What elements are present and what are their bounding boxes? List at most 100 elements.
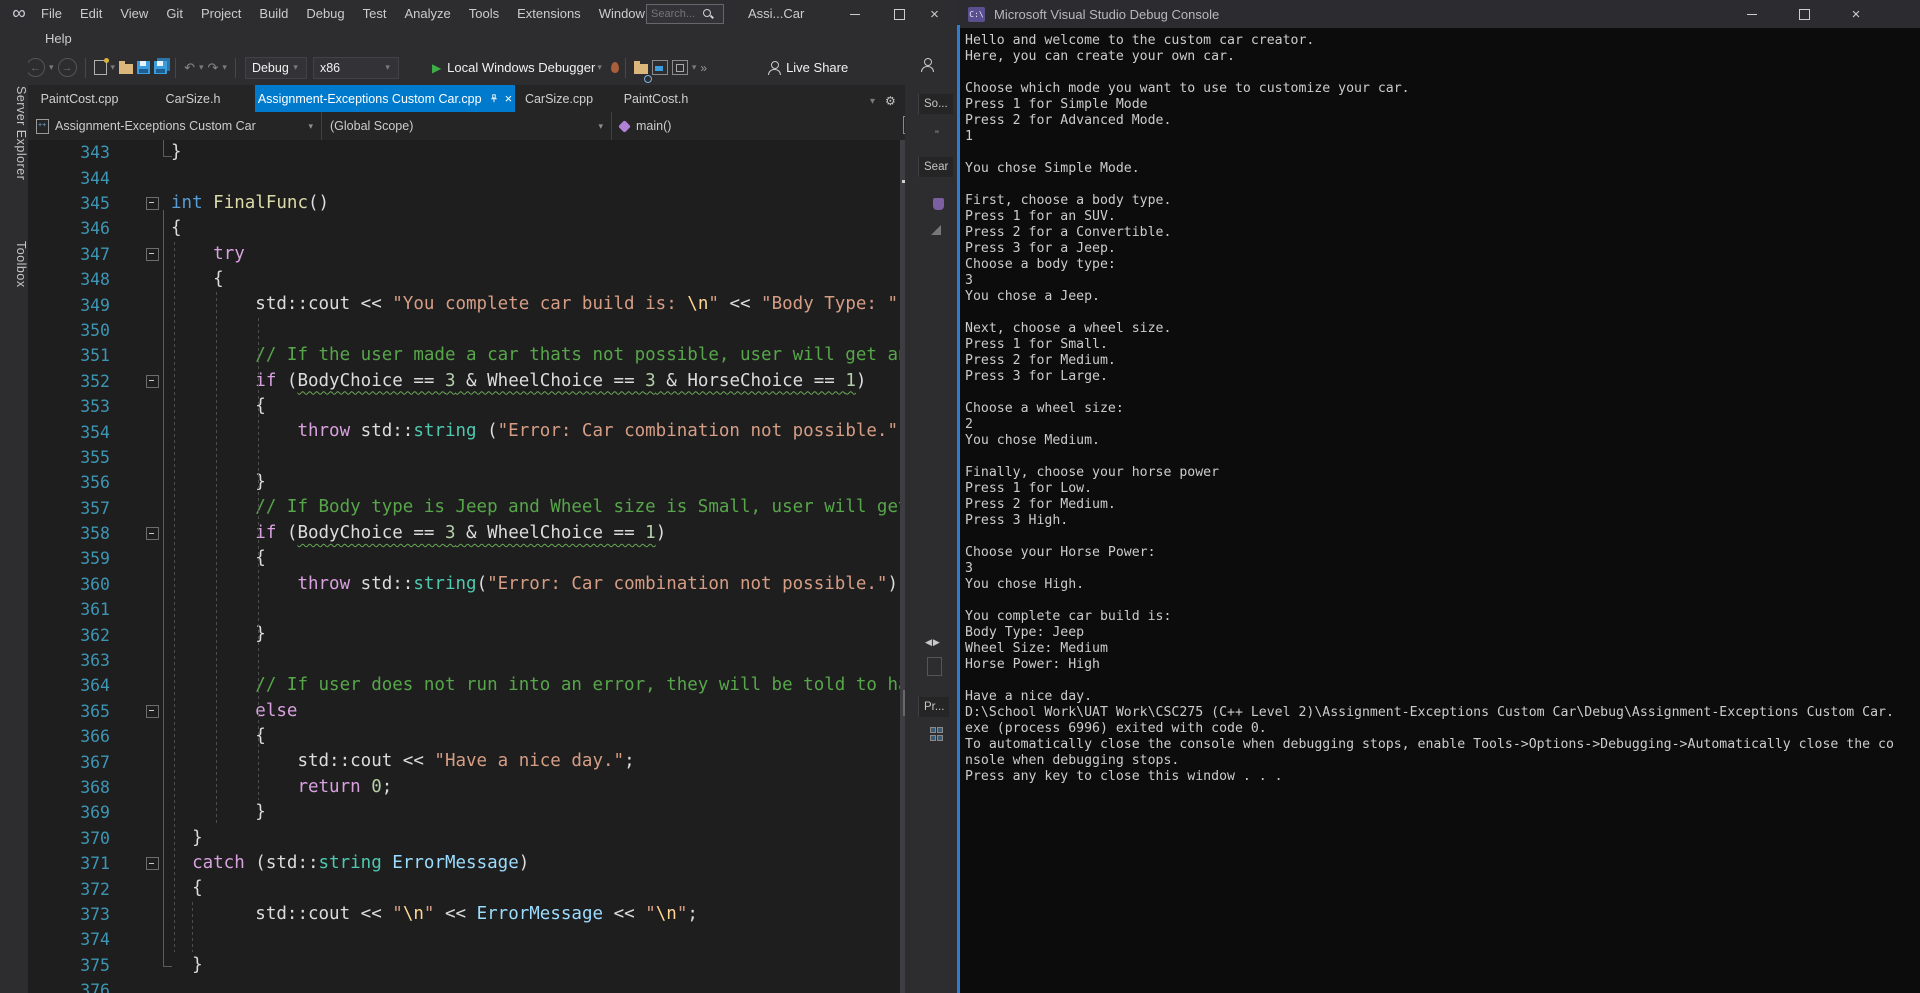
tab-close-icon[interactable]: × <box>505 92 513 105</box>
navigate-forward-button[interactable]: → <box>58 58 77 77</box>
start-debugging-button[interactable]: ▶ Local Windows Debugger ▾ <box>432 56 604 80</box>
toolbar-overflow-button[interactable]: » <box>700 56 707 80</box>
code-line-351[interactable]: 351 // If the user made a car thats not … <box>28 343 900 368</box>
fold-collapse-icon[interactable] <box>146 375 159 388</box>
code-line-376[interactable]: 376 <box>28 978 900 993</box>
code-line-372[interactable]: 372 { <box>28 876 900 901</box>
code-line-373[interactable]: 373 std::cout << "\n" << ErrorMessage <<… <box>28 902 900 927</box>
code-line-356[interactable]: 356 } <box>28 470 900 495</box>
menu-window[interactable]: Window <box>590 0 654 28</box>
console-close-button[interactable]: × <box>1832 0 1880 28</box>
console-maximize-button[interactable] <box>1780 0 1828 28</box>
code-line-348[interactable]: 348 { <box>28 267 900 292</box>
tab-paintcost-h[interactable]: PaintCost.h <box>603 85 709 112</box>
console-output-area[interactable]: Hello and welcome to the custom car crea… <box>960 28 1917 993</box>
grid-panel-icon[interactable] <box>930 727 944 741</box>
code-line-346[interactable]: 346{ <box>28 216 900 241</box>
fold-collapse-icon[interactable] <box>146 197 159 210</box>
search-input[interactable] <box>651 8 703 20</box>
collapsed-panel-icon[interactable] <box>931 225 941 235</box>
code-line-352[interactable]: 352 if (BodyChoice == 3 & WheelChoice ==… <box>28 369 900 394</box>
test-explorer-icon[interactable] <box>933 198 944 210</box>
vs-close-button[interactable]: × <box>912 0 957 28</box>
code-line-369[interactable]: 369 } <box>28 800 900 825</box>
member-dropdown[interactable]: main() <box>612 112 905 140</box>
menu-analyze[interactable]: Analyze <box>395 0 459 28</box>
menu-edit[interactable]: Edit <box>71 0 111 28</box>
code-line-345[interactable]: 345int FinalFunc() <box>28 191 900 216</box>
tab-carsize-h[interactable]: CarSize.h <box>131 85 255 112</box>
code-line-360[interactable]: 360 throw std::string("Error: Car combin… <box>28 572 900 597</box>
code-line-344[interactable]: 344 <box>28 165 900 190</box>
fold-collapse-icon[interactable] <box>146 527 159 540</box>
code-line-361[interactable]: 361 <box>28 597 900 622</box>
code-line-357[interactable]: 357 // If Body type is Jeep and Wheel si… <box>28 495 900 520</box>
code-line-374[interactable]: 374 <box>28 927 900 952</box>
code-line-355[interactable]: 355 <box>28 445 900 470</box>
console-minimize-button[interactable] <box>1728 0 1776 28</box>
live-share-button[interactable]: Live Share <box>767 56 848 80</box>
code-line-365[interactable]: 365 else <box>28 699 900 724</box>
vs-minimize-button[interactable] <box>832 0 877 28</box>
fold-collapse-icon[interactable] <box>146 857 159 870</box>
code-line-367[interactable]: 367 std::cout << "Have a nice day."; <box>28 749 900 774</box>
tab-options-gear-icon[interactable]: ⚙ <box>885 94 896 108</box>
solution-configuration-dropdown[interactable]: Debug▾ <box>245 57 307 79</box>
quick-search-box[interactable] <box>646 4 724 24</box>
new-project-button[interactable] <box>94 56 107 80</box>
code-line-349[interactable]: 349 std::cout << "You complete car build… <box>28 292 900 317</box>
horizontal-split-arrows-icon[interactable]: ◀▶ <box>925 637 941 648</box>
menu-extensions[interactable]: Extensions <box>508 0 590 28</box>
code-line-359[interactable]: 359 { <box>28 546 900 571</box>
panel-tab-search[interactable]: Sear <box>918 157 953 177</box>
find-in-files-button[interactable] <box>634 56 648 80</box>
scope-dropdown[interactable]: (Global Scope) ▾ <box>322 112 612 140</box>
redo-button[interactable]: ↷ <box>208 56 219 80</box>
pin-icon[interactable] <box>489 93 499 104</box>
undo-button[interactable]: ↶ <box>184 56 195 80</box>
redo-dropdown[interactable]: ▾ <box>222 62 227 73</box>
open-file-button[interactable] <box>119 56 133 80</box>
tab-paintcost-cpp[interactable]: PaintCost.cpp <box>28 85 131 112</box>
panel-tab-properties[interactable]: Pr... <box>918 697 949 717</box>
code-line-363[interactable]: 363 <box>28 648 900 673</box>
code-line-364[interactable]: 364 // If user does not run into an erro… <box>28 673 900 698</box>
menu-git[interactable]: Git <box>157 0 192 28</box>
panel-tab-solution-explorer[interactable]: So... <box>918 94 953 114</box>
properties-window-button[interactable] <box>672 56 688 80</box>
save-all-button[interactable] <box>154 56 167 80</box>
solution-platform-dropdown[interactable]: x86▾ <box>313 57 399 79</box>
code-line-370[interactable]: 370 } <box>28 826 900 851</box>
save-button[interactable] <box>137 56 150 80</box>
new-item-dropdown[interactable]: ▾ <box>111 62 116 73</box>
code-line-347[interactable]: 347 try <box>28 242 900 267</box>
menu-project[interactable]: Project <box>192 0 250 28</box>
undo-dropdown[interactable]: ▾ <box>199 62 204 73</box>
window-list-dropdown[interactable]: ▾ <box>870 96 875 107</box>
send-feedback-button[interactable] <box>920 58 925 76</box>
navigate-back-dropdown[interactable]: ▾ <box>49 62 54 73</box>
menu-test[interactable]: Test <box>354 0 396 28</box>
toolbar-options-dropdown[interactable]: ▾ <box>692 62 697 73</box>
code-line-354[interactable]: 354 throw std::string ("Error: Car combi… <box>28 419 900 444</box>
hot-reload-icon[interactable] <box>611 62 619 73</box>
code-line-375[interactable]: 375 } <box>28 953 900 978</box>
code-line-350[interactable]: 350 <box>28 318 900 343</box>
project-dropdown[interactable]: Assignment-Exceptions Custom Car ▾ <box>28 112 322 140</box>
code-line-371[interactable]: 371 catch (std::string ErrorMessage) <box>28 851 900 876</box>
code-line-362[interactable]: 362 } <box>28 622 900 647</box>
menu-view[interactable]: View <box>111 0 157 28</box>
fold-collapse-icon[interactable] <box>146 248 159 261</box>
solution-explorer-button[interactable] <box>652 56 668 80</box>
menu-build[interactable]: Build <box>250 0 297 28</box>
code-editor[interactable]: 343}344345int FinalFunc()346{347 try348 … <box>28 140 900 993</box>
code-line-368[interactable]: 368 return 0; <box>28 775 900 800</box>
code-line-366[interactable]: 366 { <box>28 724 900 749</box>
fold-collapse-icon[interactable] <box>146 705 159 718</box>
menu-help[interactable]: Help <box>36 28 81 50</box>
menu-file[interactable]: File <box>32 0 71 28</box>
sidebar-tab-server-explorer[interactable]: Server Explorer <box>0 86 28 180</box>
sidebar-tab-toolbox[interactable]: Toolbox <box>0 241 28 288</box>
navigate-back-button[interactable]: ← <box>26 58 45 77</box>
tab-carsize-cpp[interactable]: CarSize.cpp <box>515 85 603 112</box>
